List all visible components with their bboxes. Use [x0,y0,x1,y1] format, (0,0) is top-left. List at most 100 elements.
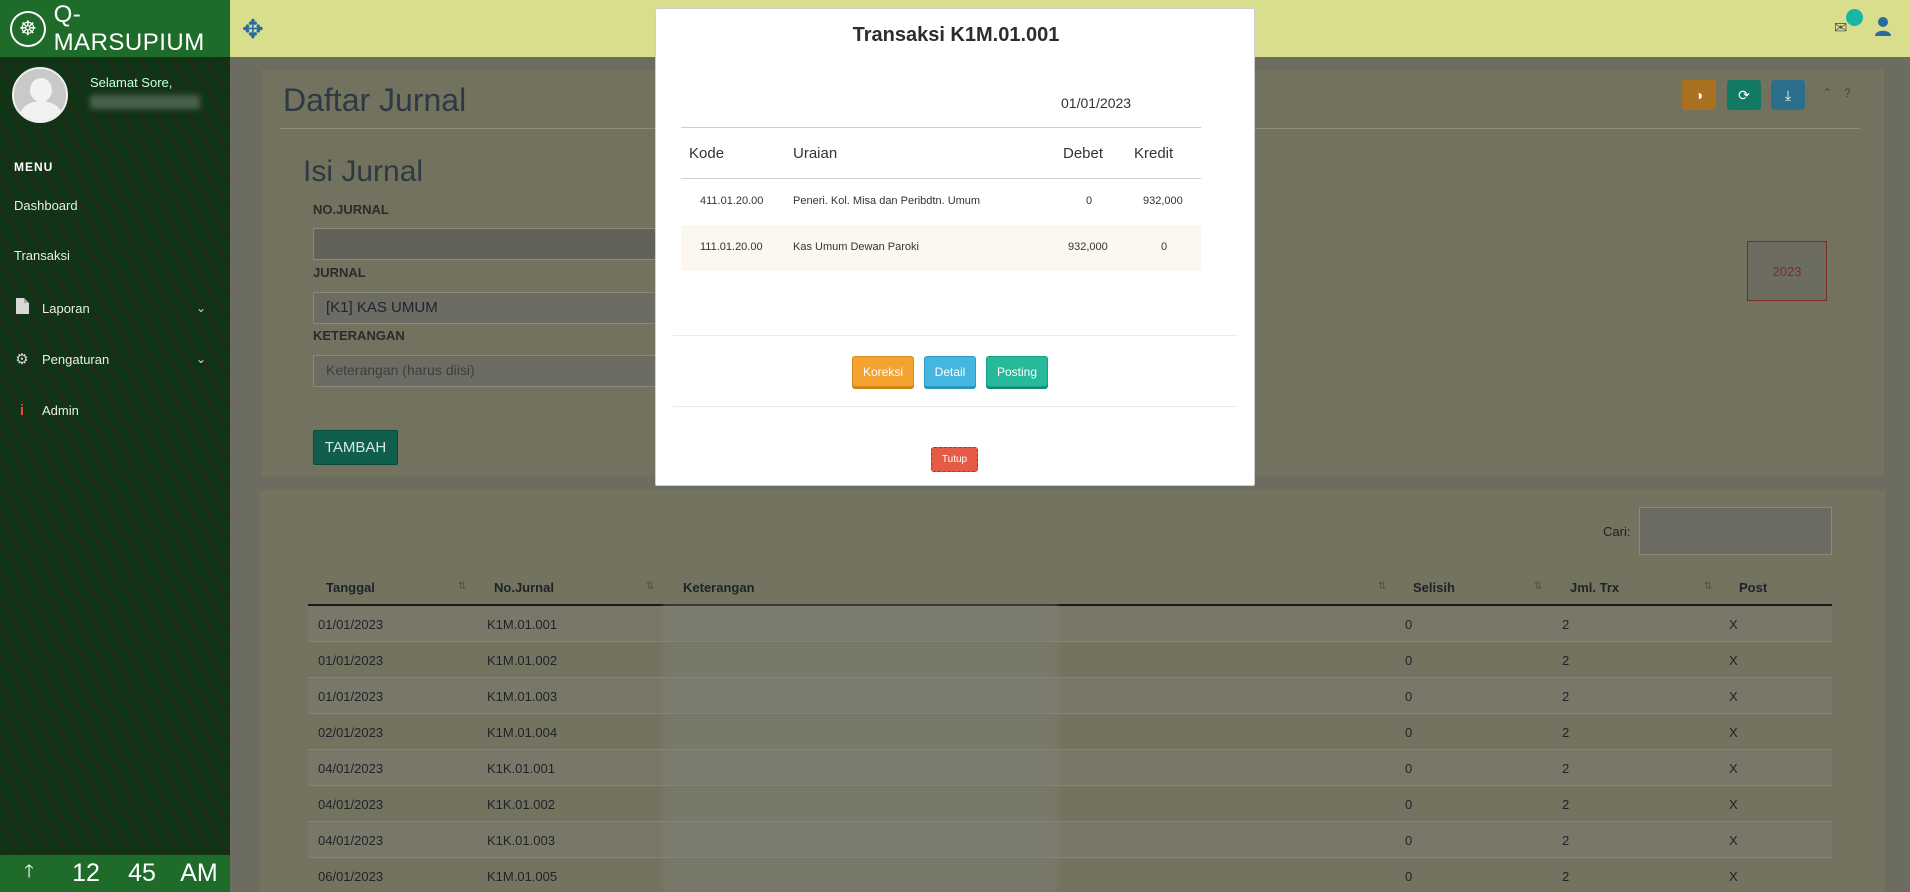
sidebar-item-label: Admin [42,403,79,418]
sidebar-item-pengaturan[interactable]: ⚙ Pengaturan ⌄ [14,350,206,368]
col-kode: Kode [689,145,725,162]
brand-name: Q-MARSUPIUM [53,0,205,56]
selisih-cell: 0 [1405,761,1413,776]
table-row[interactable]: 04/01/2023 K1K.01.002 0 2 X [308,786,1832,822]
jurnal-select[interactable]: [K1] KAS UMUM [313,292,667,324]
sidebar-item-dashboard[interactable]: Dashboard [14,198,78,213]
jml-trx-cell: 2 [1562,869,1570,884]
post-cell: X [1729,689,1738,704]
chevron-down-icon: ⌄ [196,301,207,315]
jml-trx-cell: 2 [1562,761,1570,776]
page-title: Daftar Jurnal [283,82,467,118]
tanggal-cell: 01/01/2023 [318,689,384,704]
toolbar-orange-button[interactable]: ◑ [1682,80,1716,110]
col-jml-trx[interactable]: Jml. Trx [1570,580,1619,595]
keterangan-redacted [663,604,1058,892]
uraian-cell: Kas Umum Dewan Paroki [793,241,919,253]
download-button[interactable]: ⤓ [1771,80,1805,110]
keterangan-label: KETERANGAN [313,328,405,343]
user-icon[interactable] [1874,16,1892,36]
kredit-cell: 932,000 [1143,195,1183,207]
avatar [12,67,68,123]
chevron-up-icon[interactable]: ⌃ [1822,86,1832,100]
search-input[interactable] [1639,507,1832,555]
table-row[interactable]: 04/01/2023 K1K.01.003 0 2 X [308,822,1832,858]
col-uraian: Uraian [793,145,838,162]
divider [673,406,1238,407]
modal-date: 01/01/2023 [1061,95,1132,111]
download-icon: ⤓ [1784,86,1792,103]
table-row[interactable]: 01/01/2023 K1M.01.002 0 2 X [308,642,1832,678]
tanggal-cell: 02/01/2023 [318,725,384,740]
sidebar-item-admin[interactable]: i Admin [14,402,79,419]
sidebar-item-laporan[interactable]: Laporan ⌄ [14,298,206,318]
post-cell: X [1729,833,1738,848]
no-jurnal-cell: K1M.01.003 [487,689,558,704]
no-jurnal-cell: K1K.01.002 [487,797,555,812]
col-keterangan[interactable]: Keterangan [683,580,755,595]
col-selisih[interactable]: Selisih [1413,580,1455,595]
sidebar-item-label: Pengaturan [42,351,110,367]
kode-cell: 411.01.20.00 [700,195,764,207]
table-row[interactable]: 04/01/2023 K1K.01.001 0 2 X [308,750,1832,786]
menu-header: MENU [14,160,54,174]
uraian-cell: Peneri. Kol. Misa dan Peribdtn. Umum [793,195,981,207]
modal-title: Transaksi K1M.01.001 [852,24,1060,46]
selisih-cell: 0 [1405,653,1413,668]
post-cell: X [1729,797,1738,812]
sort-icon[interactable]: ⇅ [1704,581,1712,592]
sort-icon[interactable]: ⇅ [458,581,466,592]
posting-button[interactable]: Posting [986,356,1048,387]
clock: 🡑 12 45 AM [0,855,230,892]
chevron-down-icon: ⌄ [196,352,207,366]
table-row[interactable]: 01/01/2023 K1M.01.003 0 2 X [308,678,1832,714]
jml-trx-cell: 2 [1562,689,1570,704]
clock-hour: 12 [72,859,100,887]
koreksi-button[interactable]: Koreksi [852,356,914,387]
post-cell: X [1729,725,1738,740]
brand[interactable]: ☸ Q-MARSUPIUM [0,0,230,57]
tambah-button[interactable]: TAMBAH [313,430,398,465]
transaction-table-header: Kode Uraian Debet Kredit [681,128,1201,179]
clock-ampm: AM [180,859,218,887]
table-row[interactable]: 06/01/2023 K1M.01.005 0 2 X [308,858,1832,892]
post-cell: X [1729,869,1738,884]
transaction-row: 411.01.20.00 Peneri. Kol. Misa dan Perib… [681,179,1201,225]
table-row[interactable]: 02/01/2023 K1M.01.004 0 2 X [308,714,1832,750]
col-debet: Debet [1063,145,1104,162]
tanggal-cell: 04/01/2023 [318,833,384,848]
mail-icon[interactable]: ✉ [1834,18,1847,38]
tutup-button[interactable]: Tutup [931,447,978,472]
no-jurnal-field[interactable] [313,228,667,260]
arrow-up-icon[interactable]: 🡑 [0,859,58,889]
detail-button[interactable]: Detail [924,356,976,387]
transaction-row: 111.01.20.00 Kas Umum Dewan Paroki 932,0… [681,225,1201,271]
sidebar: Selamat Sore, MENU Dashboard Transaksi L… [0,57,230,892]
sidebar-item-label: Laporan [42,300,90,316]
col-kredit: Kredit [1134,145,1174,162]
file-icon [14,298,30,318]
clock-minute: 45 [128,859,156,887]
sort-icon[interactable]: ⇅ [1378,581,1386,592]
refresh-button[interactable]: ⟳ [1727,80,1761,110]
table-row[interactable]: 01/01/2023 K1M.01.001 0 2 X [308,606,1832,642]
no-jurnal-cell: K1K.01.001 [487,761,555,776]
no-jurnal-cell: K1M.01.005 [487,869,558,884]
selisih-cell: 0 [1405,617,1413,632]
keterangan-input[interactable]: Keterangan (harus diisi) [313,355,667,387]
globe-icon: ◑ [1694,87,1704,103]
gear-icon: ⚙ [15,351,29,368]
transaction-table: Kode Uraian Debet Kredit 411.01.20.00 Pe… [681,127,1201,271]
tanggal-cell: 01/01/2023 [318,653,384,668]
help-icon[interactable]: ? [1844,86,1851,100]
move-arrows-icon[interactable]: ✥ [242,14,264,45]
sort-icon[interactable]: ⇅ [1534,581,1542,592]
selisih-cell: 0 [1405,689,1413,704]
col-post[interactable]: Post [1739,580,1767,595]
info-icon: i [19,402,25,419]
col-no-jurnal[interactable]: No.Jurnal [494,580,554,595]
col-tanggal[interactable]: Tanggal [326,580,375,595]
no-jurnal-label: NO.JURNAL [313,202,389,217]
sidebar-item-transaksi[interactable]: Transaksi [14,248,70,263]
sort-icon[interactable]: ⇅ [646,581,654,592]
